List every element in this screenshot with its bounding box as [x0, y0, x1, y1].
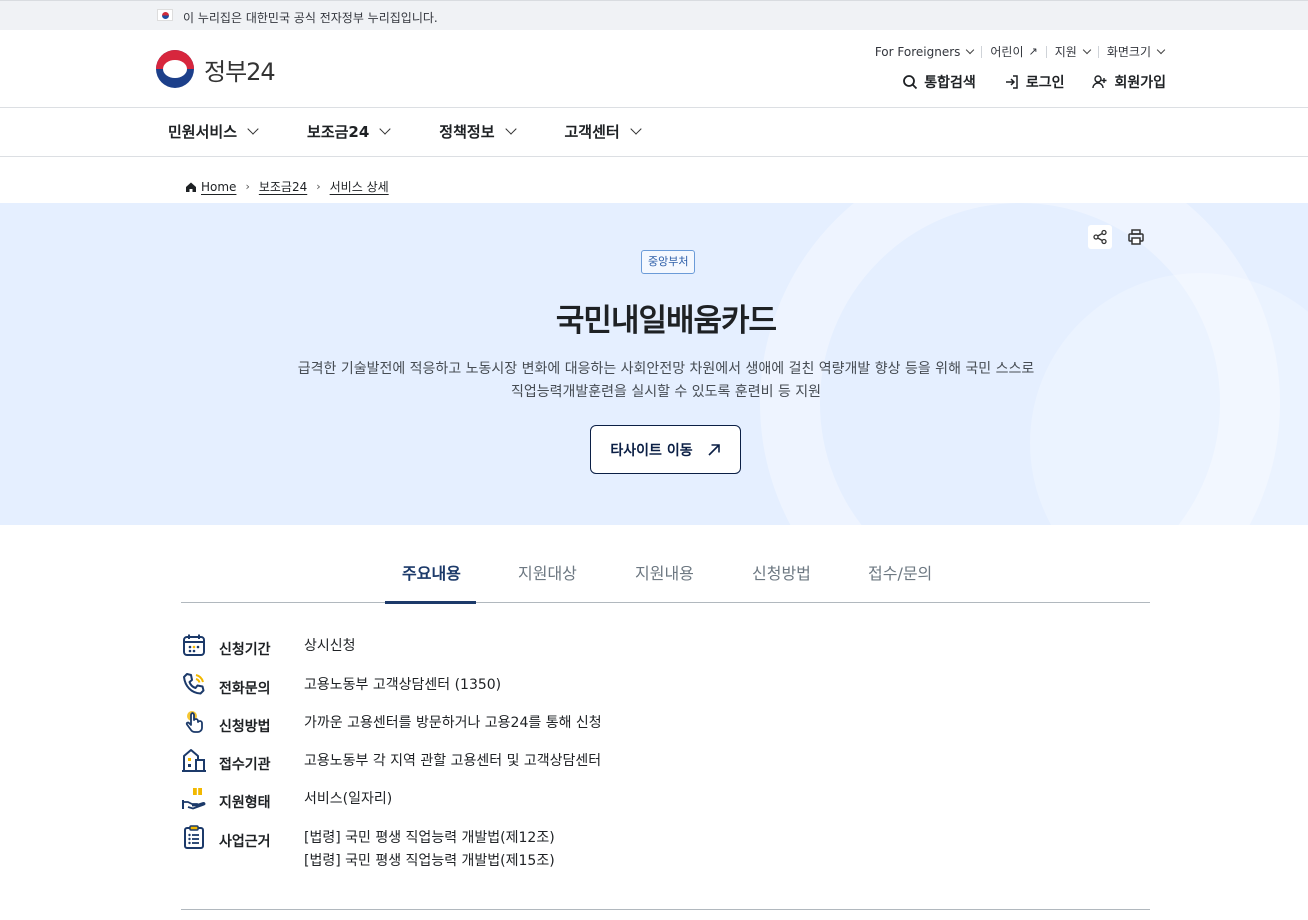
user-plus-icon	[1092, 75, 1107, 89]
chevron-right-icon: ›	[316, 180, 321, 193]
search-label: 통합검색	[924, 75, 976, 91]
share-icon	[1093, 229, 1107, 245]
chevron-down-icon	[630, 123, 642, 135]
info-value: 가까운 고용센터를 방문하거나 고용24를 통해 신청	[304, 715, 602, 731]
tab-contact[interactable]: 접수/문의	[868, 560, 932, 584]
calendar-icon	[183, 634, 205, 656]
external-site-label: 타사이트 이동	[610, 442, 693, 459]
signup-button[interactable]: 회원가입	[1092, 72, 1166, 92]
external-site-button[interactable]: 타사이트 이동	[590, 425, 741, 474]
kids-label: 어린이	[990, 45, 1024, 59]
info-value: 서비스(일자리)	[304, 791, 393, 807]
info-label: 신청방법	[219, 719, 271, 735]
info-label: 접수기관	[219, 757, 271, 773]
for-foreigners-label: For Foreigners	[874, 44, 961, 59]
support-label: 지원	[1054, 45, 1077, 59]
active-tab-indicator	[385, 601, 476, 604]
arrow-up-right-icon	[708, 443, 720, 456]
description-line: 직업능력개발훈련을 실시할 수 있도록 훈련비 등 지원	[510, 384, 822, 400]
hero-tools	[1088, 225, 1148, 249]
info-label: 사업근거	[219, 834, 271, 850]
chevron-down-icon	[1082, 45, 1092, 54]
nav-subsidy24[interactable]: 보조금24	[307, 121, 391, 142]
info-value: [법령] 국민 평생 직업능력 개발법(제12조) [법령] 국민 평생 직업능…	[304, 827, 555, 873]
service-description: 급격한 기술발전에 적응하고 노동시장 변화에 대응하는 사회안전망 차원에서 …	[280, 358, 1052, 404]
hand-pointer-icon	[185, 711, 203, 733]
info-value: 고용노동부 각 지역 관할 고용센터 및 고객상담센터	[304, 753, 602, 769]
nav-civil-service[interactable]: 민원서비스	[168, 121, 259, 142]
screen-size-label: 화면크기	[1106, 45, 1151, 59]
screen-size-menu[interactable]: 화면크기	[1099, 43, 1172, 60]
chevron-down-icon	[247, 123, 259, 135]
hand-gift-icon	[182, 788, 206, 810]
external-link-icon: ↗	[1028, 45, 1038, 58]
chevron-down-icon	[379, 123, 391, 135]
chevron-right-icon: ›	[245, 180, 250, 193]
tab-how-to-apply[interactable]: 신청방법	[752, 560, 811, 584]
tab-main-content[interactable]: 주요내용	[402, 560, 461, 584]
gov24-logo[interactable]: 정부24	[156, 50, 276, 88]
description-line: 급격한 기술발전에 적응하고 노동시장 변화에 대응하는 사회안전망 차원에서 …	[297, 361, 1035, 377]
info-label: 신청기간	[219, 642, 271, 658]
print-button[interactable]	[1124, 225, 1148, 249]
info-value: 고용노동부 고객상담센터 (1350)	[304, 677, 502, 693]
share-button[interactable]	[1088, 225, 1112, 249]
login-icon	[1005, 75, 1018, 89]
breadcrumb-service-detail[interactable]: 서비스 상세	[330, 178, 389, 195]
signup-label: 회원가입	[1114, 75, 1166, 91]
phone-icon	[183, 673, 205, 695]
info-label: 전화문의	[219, 681, 271, 697]
service-hero: 중앙부처 국민내일배움카드 급격한 기술발전에 적응하고 노동시장 변화에 대응…	[0, 203, 1308, 525]
clipboard-icon	[184, 825, 204, 849]
content-tabs: 주요내용 지원대상 지원내용 신청방법 접수/문의	[181, 548, 1150, 604]
search-button[interactable]: 통합검색	[902, 72, 976, 92]
info-label: 지원형태	[219, 795, 271, 811]
nav-label: 민원서비스	[168, 123, 238, 141]
official-site-banner: 이 누리집은 대한민국 공식 전자정부 누리집입니다.	[0, 0, 1308, 30]
breadcrumb: Home › 보조금24 › 서비스 상세	[185, 178, 389, 195]
gov-emblem-icon	[156, 50, 194, 88]
login-label: 로그인	[1025, 75, 1065, 91]
korea-flag-icon	[157, 9, 173, 21]
logo-text: 정부24	[204, 57, 276, 86]
legal-basis-line: [법령] 국민 평생 직업능력 개발법(제12조)	[304, 830, 555, 846]
nav-policy-info[interactable]: 정책정보	[439, 121, 517, 142]
breadcrumb-subsidy24[interactable]: 보조금24	[259, 178, 307, 195]
ministry-badge: 중앙부처	[641, 250, 696, 274]
breadcrumb-home[interactable]: Home	[201, 180, 236, 194]
search-icon	[903, 75, 918, 90]
tab-support-details[interactable]: 지원내용	[635, 560, 694, 584]
nav-label: 보조금24	[307, 123, 370, 141]
kids-link[interactable]: 어린이 ↗	[982, 43, 1045, 60]
support-menu[interactable]: 지원	[1047, 43, 1098, 60]
page-title: 국민내일배움카드	[555, 303, 777, 339]
main-navigation: 민원서비스 보조금24 정책정보 고객센터	[0, 108, 1308, 157]
chevron-down-icon	[504, 123, 517, 135]
building-icon	[182, 749, 206, 772]
chevron-down-icon	[966, 45, 975, 54]
nav-label: 고객센터	[564, 123, 620, 141]
home-icon	[186, 182, 196, 192]
nav-label: 정책정보	[439, 123, 495, 141]
login-button[interactable]: 로그인	[1004, 72, 1065, 92]
nav-customer-center[interactable]: 고객센터	[564, 121, 642, 142]
for-foreigners-menu[interactable]: For Foreigners	[867, 45, 982, 59]
info-value: 상시신청	[304, 638, 356, 654]
print-icon	[1128, 229, 1144, 245]
chevron-down-icon	[1156, 45, 1166, 54]
header-actions: 통합검색 로그인 회원가입	[902, 72, 1166, 92]
tab-eligibility[interactable]: 지원대상	[518, 560, 577, 584]
official-notice-text: 이 누리집은 대한민국 공식 전자정부 누리집입니다.	[183, 11, 438, 25]
legal-basis-line: [법령] 국민 평생 직업능력 개발법(제15조)	[304, 853, 555, 869]
site-header: 정부24 For Foreigners 어린이 ↗ 지원 화면크기 통합검색 로그…	[0, 30, 1308, 108]
utility-menu: For Foreigners 어린이 ↗ 지원 화면크기	[867, 43, 1172, 60]
section-divider	[181, 909, 1150, 910]
